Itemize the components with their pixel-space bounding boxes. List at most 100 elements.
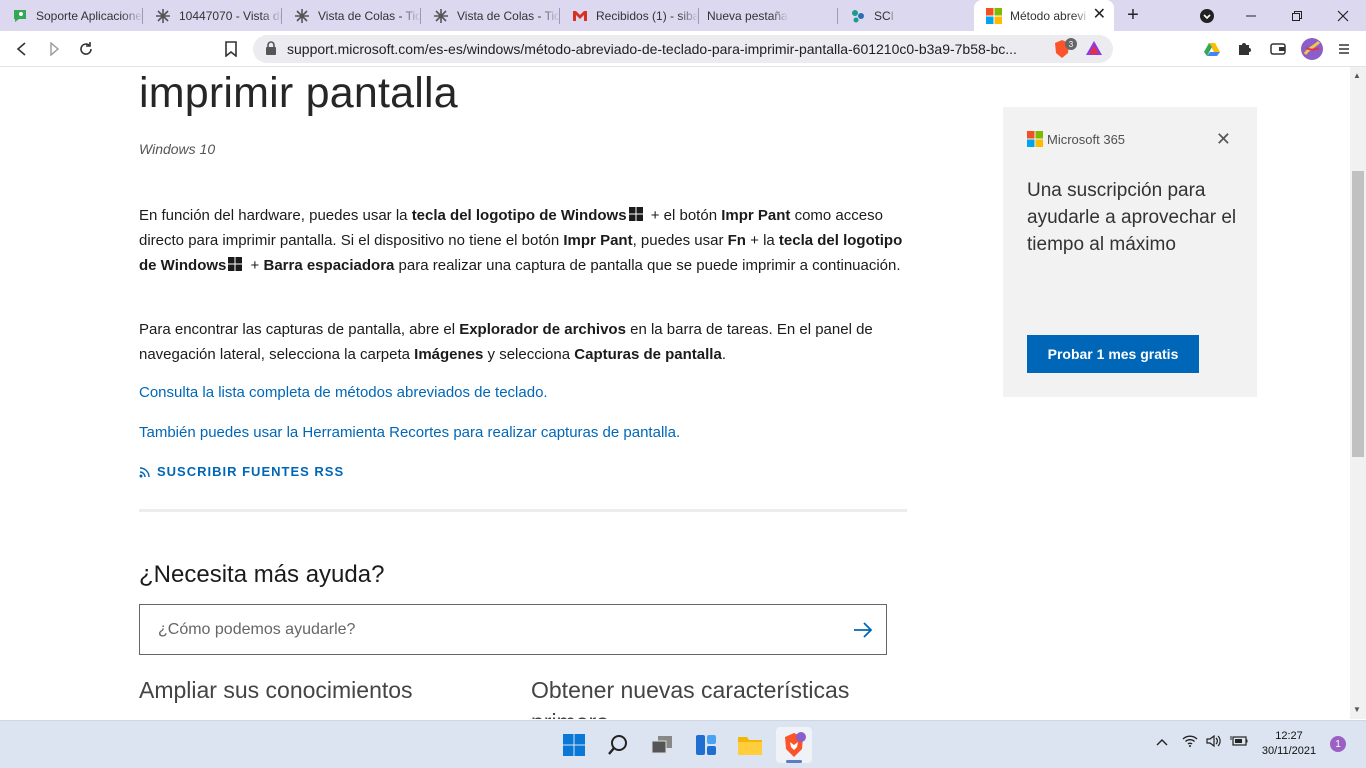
asterisk-icon xyxy=(433,8,449,24)
tab-metodo-active[interactable]: Método abrevi ✕ xyxy=(974,0,1114,31)
tab-label: Método abrevi xyxy=(1010,8,1087,23)
bookmark-icon xyxy=(225,41,237,57)
task-view-button[interactable] xyxy=(644,727,680,763)
tab-label: Nueva pestaña xyxy=(707,8,788,23)
web-page: imprimir pantalla Windows 10 En función … xyxy=(0,67,1350,719)
windows-logo-icon xyxy=(228,257,243,271)
scroll-down-arrow-icon[interactable]: ▼ xyxy=(1353,705,1361,714)
battery-icon[interactable] xyxy=(1230,735,1248,750)
restore-icon xyxy=(1292,10,1302,21)
tab-search-button[interactable] xyxy=(1184,0,1230,31)
lock-icon xyxy=(265,41,277,60)
url-text: support.microsoft.com/es-es/windows/méto… xyxy=(287,41,1017,57)
search-icon xyxy=(608,735,627,755)
chevron-down-circle-icon xyxy=(1200,8,1214,23)
new-features-heading: Obtener nuevas características primero xyxy=(531,677,850,719)
try-free-month-button[interactable]: Probar 1 mes gratis xyxy=(1027,335,1199,373)
address-bar[interactable]: support.microsoft.com/es-es/windows/méto… xyxy=(253,35,1113,63)
tab-nueva[interactable]: Nueva pestaña xyxy=(699,0,838,31)
brave-lion-icon xyxy=(785,732,806,757)
taskbar-search-button[interactable] xyxy=(600,727,636,763)
brave-rewards-icon[interactable] xyxy=(1085,40,1103,61)
microsoft-icon xyxy=(986,7,1002,24)
os-version-label: Windows 10 xyxy=(139,141,216,157)
tab-label: 10447070 - Vista de xyxy=(179,8,282,23)
sci-icon xyxy=(850,8,866,24)
bookmark-button[interactable] xyxy=(219,37,243,61)
show-hidden-icons-chevron[interactable] xyxy=(1156,735,1168,750)
tab-label: Soporte Aplicaciones xyxy=(36,8,143,23)
rss-subscribe-link[interactable]: SUSCRIBIR FUENTES RSS xyxy=(139,464,344,479)
wifi-icon[interactable] xyxy=(1182,735,1198,750)
brave-browser-taskbar-button[interactable] xyxy=(776,727,812,763)
shortcuts-list-link[interactable]: Consulta la lista completa de métodos ab… xyxy=(139,384,548,401)
minimize-button[interactable] xyxy=(1228,0,1274,31)
back-button[interactable] xyxy=(10,37,34,61)
microsoft-logo-icon xyxy=(1027,131,1043,147)
chat-icon xyxy=(12,8,28,24)
folder-icon xyxy=(738,737,762,755)
asterisk-icon xyxy=(155,8,171,24)
gmail-icon xyxy=(572,8,588,24)
google-drive-icon[interactable] xyxy=(1200,37,1224,61)
page-scrollbar[interactable]: ▲ ▼ xyxy=(1350,67,1366,719)
tab-sci[interactable]: SCI xyxy=(838,0,974,31)
close-tab-icon[interactable]: ✕ xyxy=(1093,7,1106,23)
snipping-tool-link[interactable]: También puedes usar la Herramienta Recor… xyxy=(139,424,680,441)
browser-menu-icon[interactable] xyxy=(1332,37,1356,61)
tab-label: Recibidos (1) - siba xyxy=(596,8,699,23)
expand-knowledge-heading: Ampliar sus conocimientos xyxy=(139,677,413,703)
restore-button[interactable] xyxy=(1274,0,1320,31)
notification-badge[interactable]: 1 xyxy=(1330,736,1346,752)
windows-logo-icon xyxy=(628,207,643,221)
help-search-input[interactable] xyxy=(158,618,818,642)
microsoft-365-promo: Microsoft 365 ✕ Una suscripción para ayu… xyxy=(1003,107,1257,397)
wallet-icon[interactable] xyxy=(1266,37,1290,61)
clock-date: 30/11/2021 xyxy=(1261,745,1317,757)
scrollbar-thumb[interactable] xyxy=(1352,171,1364,457)
volume-icon[interactable] xyxy=(1206,734,1222,750)
tab-strip: Soporte Aplicaciones 10447070 - Vista de… xyxy=(0,0,1366,31)
promo-brand: Microsoft 365 xyxy=(1027,131,1125,147)
windows-taskbar: 12:27 30/11/2021 1 xyxy=(0,720,1366,768)
scroll-up-arrow-icon[interactable]: ▲ xyxy=(1353,71,1361,80)
widgets-button[interactable] xyxy=(688,727,724,763)
promo-text: Una suscripción para ayudarle a aprovech… xyxy=(1027,180,1237,255)
close-icon xyxy=(1337,10,1349,21)
divider xyxy=(139,509,907,512)
new-tab-button[interactable]: + xyxy=(1118,0,1148,31)
tab-label: Vista de Colas - Tic xyxy=(318,8,421,23)
tab-colas-2[interactable]: Vista de Colas - Tic xyxy=(421,0,560,31)
file-explorer-button[interactable] xyxy=(732,727,768,763)
reload-button[interactable] xyxy=(74,37,98,61)
tab-label: SCI xyxy=(874,8,895,23)
rss-label: SUSCRIBIR FUENTES RSS xyxy=(157,464,345,479)
clock-time: 12:27 xyxy=(1275,730,1303,742)
search-submit-arrow-icon[interactable] xyxy=(850,617,876,643)
profile-avatar-icon[interactable] xyxy=(1300,37,1324,61)
minimize-icon xyxy=(1246,15,1256,16)
shield-count-badge: 3 xyxy=(1065,38,1077,50)
start-button[interactable] xyxy=(556,727,592,763)
tab-gmail[interactable]: Recibidos (1) - siba xyxy=(560,0,699,31)
help-search-box xyxy=(139,604,887,655)
rss-icon xyxy=(139,466,150,477)
help-heading: ¿Necesita más ayuda? xyxy=(139,561,385,588)
tab-ticket[interactable]: 10447070 - Vista de xyxy=(143,0,282,31)
forward-arrow-icon xyxy=(50,42,60,56)
close-window-button[interactable] xyxy=(1320,0,1366,31)
system-clock[interactable]: 12:27 30/11/2021 xyxy=(1258,729,1320,759)
task-view-icon xyxy=(651,736,672,754)
tab-colas-1[interactable]: Vista de Colas - Tic xyxy=(282,0,421,31)
asterisk-icon xyxy=(294,8,310,24)
windows-start-icon xyxy=(563,734,585,756)
article-title: imprimir pantalla xyxy=(139,69,458,117)
tab-soporte[interactable]: Soporte Aplicaciones xyxy=(0,0,143,31)
promo-close-icon[interactable]: ✕ xyxy=(1216,129,1231,150)
extensions-puzzle-icon[interactable] xyxy=(1232,37,1256,61)
back-arrow-icon xyxy=(16,42,26,56)
forward-button[interactable] xyxy=(42,37,66,61)
reload-icon xyxy=(80,42,92,55)
widgets-icon xyxy=(696,735,716,755)
article-paragraph-1: En función del hardware, puedes usar la … xyxy=(139,207,903,274)
